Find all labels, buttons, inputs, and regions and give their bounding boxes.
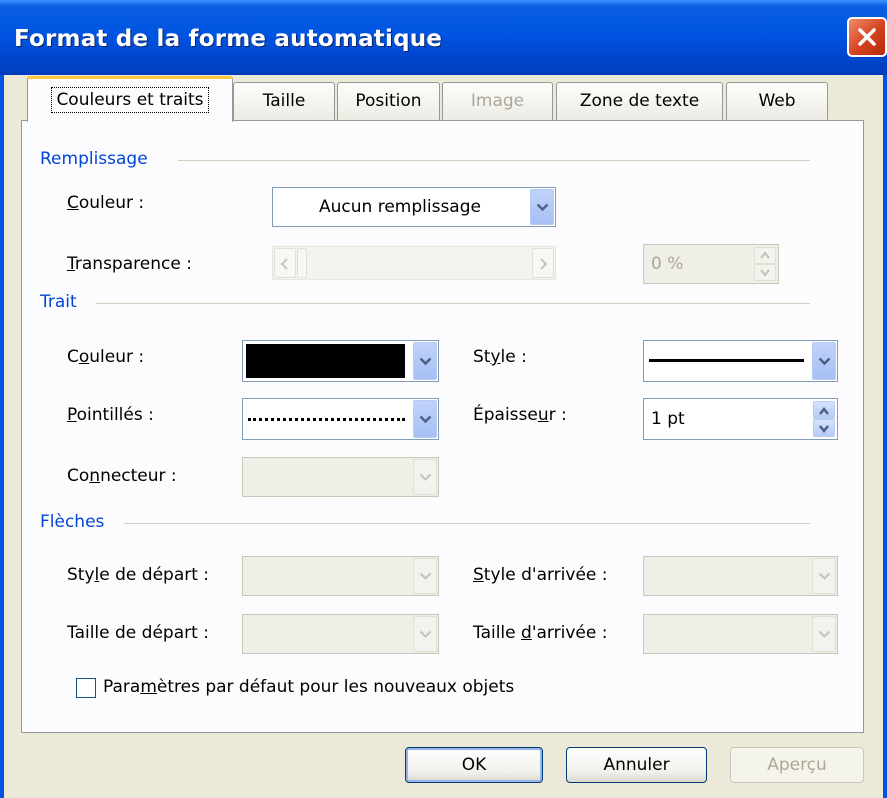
dropdown-button[interactable] [812, 558, 836, 594]
end-style-dropdown[interactable] [643, 556, 838, 596]
weight-label: Épaisseur : [473, 405, 567, 425]
dropdown-button[interactable] [530, 189, 554, 225]
dash-preview [248, 418, 405, 421]
tab-image[interactable]: Image [442, 82, 553, 120]
dropdown-button[interactable] [413, 400, 437, 438]
chevron-down-icon [818, 357, 831, 366]
spin-down-icon [760, 269, 770, 277]
fill-color-dropdown[interactable]: Aucun remplissage [272, 187, 556, 227]
connector-label: Connecteur : [67, 466, 177, 486]
ok-button[interactable]: OK [405, 747, 543, 783]
close-button[interactable] [847, 17, 887, 57]
chevron-down-icon [419, 630, 432, 638]
window-frame-left [0, 75, 4, 798]
scroll-right-icon [540, 258, 548, 270]
dropdown-button[interactable] [413, 616, 437, 652]
default-settings-checkbox[interactable] [76, 678, 96, 698]
fill-color-value: Aucun remplissage [319, 197, 481, 217]
end-size-dropdown[interactable] [643, 614, 838, 654]
chevron-down-icon [818, 572, 831, 580]
section-fill-title: Remplissage [40, 149, 148, 169]
tab-couleurs-et-traits[interactable]: Couleurs et traits [27, 76, 233, 122]
tab-label: Zone de texte [579, 91, 700, 111]
chevron-down-icon [536, 203, 549, 212]
tab-label: Position [355, 91, 422, 111]
weight-spinner[interactable]: 1 pt [643, 398, 838, 440]
tab-zone-de-texte[interactable]: Zone de texte [556, 82, 723, 120]
window-title: Format de la forme automatique [14, 26, 443, 52]
tab-web[interactable]: Web [726, 82, 828, 120]
transparency-spinner[interactable]: 0 % [643, 244, 779, 284]
spin-up-button[interactable] [754, 247, 776, 264]
line-color-swatch [246, 344, 405, 378]
spin-down-button[interactable] [754, 264, 776, 281]
line-color-label: Couleur : [67, 347, 145, 367]
tab-position[interactable]: Position [337, 82, 440, 120]
line-color-dropdown[interactable] [242, 340, 439, 382]
transparency-value: 0 % [651, 254, 684, 274]
section-divider [124, 523, 810, 524]
dash-label: Pointillés : [67, 405, 154, 425]
connector-dropdown[interactable] [242, 457, 439, 497]
tab-label: Web [758, 91, 796, 111]
end-style-label: Style d'arrivée : [473, 565, 608, 585]
spin-up-icon [819, 406, 829, 415]
line-style-label: Style : [473, 347, 527, 367]
preview-button[interactable]: Aperçu [730, 747, 864, 783]
scroll-left-button[interactable] [274, 248, 296, 278]
tab-label: Image [470, 91, 525, 111]
chevron-down-icon [419, 473, 432, 481]
spin-up-button[interactable] [813, 401, 835, 419]
scroll-right-button[interactable] [532, 248, 554, 278]
default-settings-label[interactable]: Paramètres par défaut pour les nouveaux … [103, 677, 514, 697]
dropdown-button[interactable] [413, 342, 437, 380]
dropdown-button[interactable] [812, 616, 836, 652]
close-icon [858, 28, 876, 46]
tab-taille[interactable]: Taille [233, 82, 335, 120]
begin-size-dropdown[interactable] [242, 614, 439, 654]
dash-dropdown[interactable] [242, 398, 439, 440]
chevron-down-icon [419, 415, 432, 424]
spin-down-icon [819, 425, 829, 434]
tab-label: Couleurs et traits [51, 87, 209, 113]
section-divider [178, 160, 810, 161]
weight-value: 1 pt [651, 409, 685, 429]
spin-down-button[interactable] [813, 419, 835, 437]
section-arrows-title: Flèches [40, 512, 105, 532]
scroll-left-icon [280, 258, 288, 270]
section-divider [96, 303, 810, 304]
dropdown-button[interactable] [413, 558, 437, 594]
line-style-dropdown[interactable] [643, 340, 838, 382]
begin-size-label: Taille de départ : [67, 623, 209, 643]
cancel-button[interactable]: Annuler [566, 747, 707, 783]
begin-style-dropdown[interactable] [242, 556, 439, 596]
chevron-down-icon [419, 357, 432, 366]
fill-color-label: Couleur : [67, 193, 145, 213]
end-size-label: Taille d'arrivée : [473, 623, 608, 643]
tab-label: Taille [262, 91, 306, 111]
begin-style-label: Style de départ : [67, 565, 210, 585]
dropdown-button[interactable] [812, 342, 836, 380]
dropdown-button[interactable] [413, 459, 437, 495]
transparency-label: Transparence : [67, 254, 192, 274]
section-line-title: Trait [40, 292, 77, 312]
line-style-preview [649, 359, 804, 362]
chevron-down-icon [419, 572, 432, 580]
window-frame-right [883, 75, 887, 798]
title-bar[interactable]: Format de la forme automatique [0, 0, 887, 75]
transparency-slider[interactable] [272, 246, 556, 280]
spin-up-icon [760, 251, 770, 259]
chevron-down-icon [818, 630, 831, 638]
slider-thumb[interactable] [297, 248, 307, 278]
